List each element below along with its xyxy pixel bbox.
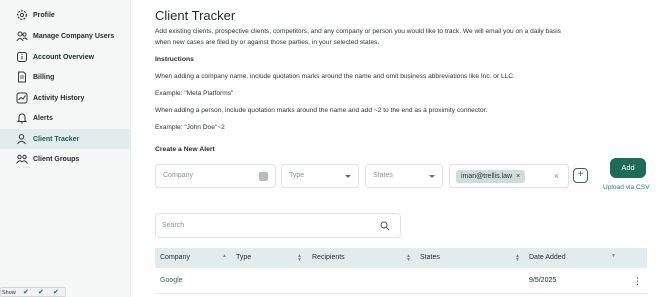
type-placeholder: Type [289, 172, 305, 179]
sidebar-item-label: Alerts [33, 114, 53, 122]
example-person: Example: "John Doe"~2 [155, 124, 225, 131]
column-states[interactable]: States [420, 254, 440, 261]
sidebar-item-label: Profile [33, 11, 55, 19]
sidebar-item-activity-history[interactable]: Activity History [0, 88, 131, 108]
check-icon: ✔ [53, 289, 59, 296]
keyboard-icon [259, 172, 268, 181]
table-header: Company ▲ Type ▲ ▼ Recipients ▲ ▼ States ▲… [155, 248, 647, 268]
sidebar-item-label: Activity History [33, 94, 85, 102]
check-icon: ✔ [23, 289, 29, 296]
sidebar-item-client-tracker[interactable]: Client Tracker [0, 129, 131, 149]
sidebar-item-account-overview[interactable]: Account Overview [0, 47, 131, 67]
sidebar-item-billing[interactable]: Billing [0, 67, 131, 87]
group-icon [15, 152, 29, 166]
sidebar-item-label: Manage Company Users [33, 32, 115, 40]
instruction-person: When adding a person, include quotation … [155, 107, 488, 114]
type-select[interactable]: Type [281, 164, 359, 188]
states-select[interactable]: States [365, 164, 443, 188]
info-icon [15, 50, 29, 64]
recipient-chip-label: iman@trellis.law [461, 173, 513, 180]
chevron-down-icon [429, 175, 435, 178]
sidebar-item-client-groups[interactable]: Client Groups [0, 149, 131, 169]
instructions-heading: Instructions [155, 56, 194, 63]
sidebar-item-label: Billing [33, 73, 55, 81]
sort-icon[interactable]: ▲ ▼ [406, 254, 411, 263]
sidebar-item-profile[interactable]: Profile [0, 5, 131, 25]
recipient-chip: iman@trellis.law × [456, 170, 526, 183]
toast-text: Show [2, 290, 16, 296]
users-icon [15, 29, 29, 43]
column-type[interactable]: Type [236, 254, 251, 261]
sidebar-item-label: Client Groups [33, 155, 80, 163]
toast-bar: Show ✔ ✔ ✔ [0, 287, 66, 297]
cell-company[interactable]: Google [160, 277, 183, 284]
page-title: Client Tracker [155, 8, 236, 23]
states-placeholder: States [373, 172, 393, 179]
sort-desc-icon[interactable]: ▼ [611, 254, 616, 259]
sort-asc-icon[interactable]: ▲ [222, 254, 227, 259]
person-icon [15, 132, 29, 146]
more-options-icon[interactable]: ⋮ [633, 276, 642, 287]
sidebar-item-label: Client Tracker [33, 135, 80, 143]
sidebar: Profile Manage Company Users Account Ove… [0, 0, 131, 297]
sidebar-item-label: Account Overview [33, 53, 95, 61]
intro-text-line1: Add existing clients, prospective client… [155, 28, 561, 35]
bell-icon [15, 111, 29, 125]
chevron-down-icon [345, 175, 351, 178]
search-input[interactable]: Search [155, 213, 401, 238]
sidebar-item-manage-company-users[interactable]: Manage Company Users [0, 26, 131, 46]
column-recipients[interactable]: Recipients [312, 254, 345, 261]
intro-text-line2: when new cases are filed by or against t… [155, 39, 380, 46]
document-icon [15, 70, 29, 84]
gear-icon [15, 8, 29, 22]
create-alert-heading: Create a New Alert [155, 146, 215, 153]
instruction-company: When adding a company name, include quot… [155, 73, 515, 80]
sidebar-item-alerts[interactable]: Alerts [0, 108, 131, 128]
table-row: Google 9/5/2025 ⋮ [155, 270, 647, 294]
search-icon [380, 221, 390, 231]
chart-icon [15, 91, 29, 105]
cell-date-added: 9/5/2025 [529, 277, 557, 284]
example-company: Example: "Meta Platforms" [155, 90, 234, 97]
add-button[interactable]: Add [610, 158, 646, 178]
chip-remove-icon[interactable]: × [516, 173, 520, 180]
upload-csv-link[interactable]: Upload via CSV [603, 184, 650, 191]
clear-icon[interactable]: × [554, 171, 559, 181]
company-input[interactable]: Company [155, 164, 276, 188]
check-icon: ✔ [38, 289, 44, 296]
sort-icon[interactable]: ▲ ▼ [515, 254, 520, 263]
column-company[interactable]: Company [160, 254, 190, 261]
search-placeholder: Search [162, 222, 185, 229]
company-placeholder: Company [163, 172, 193, 179]
recipients-select[interactable]: iman@trellis.law × × [449, 164, 569, 188]
add-recipient-button[interactable]: + [573, 168, 588, 183]
column-date-added[interactable]: Date Added [529, 254, 566, 261]
sort-icon[interactable]: ▲ ▼ [297, 254, 302, 263]
